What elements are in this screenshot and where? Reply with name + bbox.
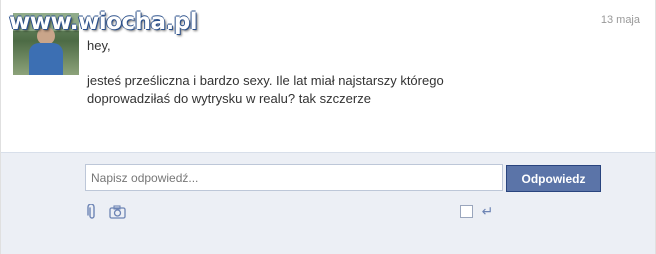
- message-date: 13 maja: [600, 14, 640, 26]
- enter-to-send: ↵: [460, 203, 493, 219]
- enter-icon: ↵: [481, 203, 494, 220]
- message-greeting: hey,: [87, 38, 111, 53]
- enter-to-send-checkbox[interactable]: [460, 205, 473, 219]
- reply-input[interactable]: [85, 164, 503, 191]
- reply-button[interactable]: Odpowiedz: [506, 165, 601, 192]
- message-line: doprowadziłaś do wytrysku w realu? tak s…: [87, 91, 371, 106]
- paperclip-icon[interactable]: [87, 203, 97, 223]
- camera-icon[interactable]: [108, 205, 126, 222]
- message-line: jesteś prześliczna i bardzo sexy. Ile la…: [87, 73, 444, 88]
- message-body: hey, jesteś prześliczna i bardzo sexy. I…: [87, 37, 507, 108]
- reply-composer: Odpowiedz ↵: [1, 152, 655, 254]
- attachment-tools: [87, 203, 134, 223]
- message-thread: www.wiocha.pl 13 maja hey, jesteś prześl…: [0, 0, 656, 254]
- avatar-figure-body: [29, 43, 63, 75]
- message-item: www.wiocha.pl 13 maja hey, jesteś prześl…: [1, 0, 655, 152]
- watermark-logo: www.wiocha.pl: [9, 9, 198, 35]
